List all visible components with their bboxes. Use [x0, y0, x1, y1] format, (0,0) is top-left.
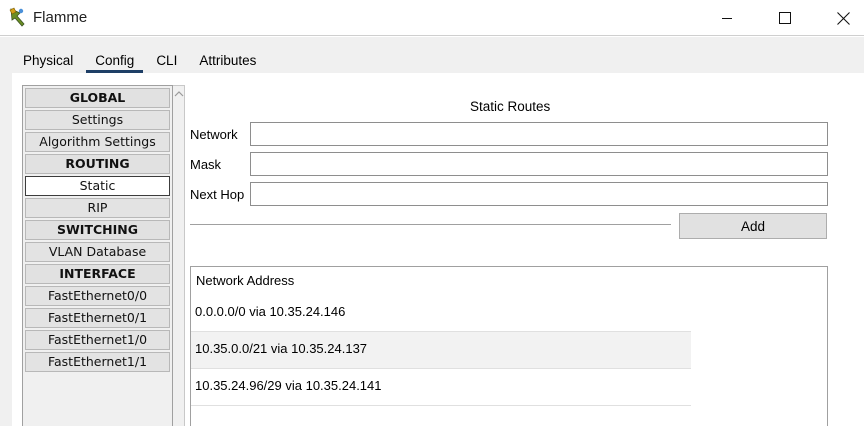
nav-header-interface: INTERFACE [25, 264, 170, 284]
nav-item-fastethernet1-1[interactable]: FastEthernet1/1 [25, 352, 170, 372]
nav-item-vlan-database[interactable]: VLAN Database [25, 242, 170, 262]
maximize-icon [779, 12, 791, 24]
tab-cli[interactable]: CLI [145, 49, 188, 73]
config-nav-list: GLOBAL Settings Algorithm Settings ROUTI… [22, 85, 173, 426]
add-route-button[interactable]: Add [679, 213, 827, 239]
nav-header-global: GLOBAL [25, 88, 170, 108]
route-row[interactable]: 10.35.0.0/21 via 10.35.24.137 [191, 332, 691, 369]
tab-physical[interactable]: Physical [12, 49, 84, 73]
nav-item-fastethernet1-0[interactable]: FastEthernet1/0 [25, 330, 170, 350]
nav-item-static[interactable]: Static [25, 176, 170, 196]
content-frame: Physical Config CLI Attributes GLOBAL Se… [0, 37, 864, 426]
route-row[interactable]: 0.0.0.0/0 via 10.35.24.146 [191, 295, 691, 332]
next-hop-input[interactable] [250, 182, 828, 206]
static-routes-heading: Static Routes [470, 99, 551, 114]
nav-item-settings[interactable]: Settings [25, 110, 170, 130]
next-hop-label: Next Hop [190, 187, 245, 202]
tab-attributes[interactable]: Attributes [188, 49, 267, 73]
maximize-button[interactable] [756, 0, 814, 36]
routes-table[interactable]: Network Address 0.0.0.0/0 via 10.35.24.1… [190, 266, 828, 426]
tab-config[interactable]: Config [84, 49, 145, 73]
routes-list: Network Address 0.0.0.0/0 via 10.35.24.1… [191, 267, 691, 406]
minimize-icon [722, 18, 732, 19]
mask-label: Mask [190, 157, 222, 172]
nav-item-rip[interactable]: RIP [25, 198, 170, 218]
form-separator [190, 224, 671, 226]
network-input[interactable] [250, 122, 828, 146]
nav-header-switching: SWITCHING [25, 220, 170, 240]
close-button[interactable] [814, 0, 864, 36]
nav-items: GLOBAL Settings Algorithm Settings ROUTI… [25, 88, 170, 374]
title-bar: Flamme [0, 0, 864, 36]
nav-header-routing: ROUTING [25, 154, 170, 174]
nav-item-algorithm-settings[interactable]: Algorithm Settings [25, 132, 170, 152]
router-app-icon [9, 7, 25, 27]
minimize-button[interactable] [698, 0, 756, 36]
nav-scrollbar[interactable] [173, 85, 185, 426]
nav-item-fastethernet0-1[interactable]: FastEthernet0/1 [25, 308, 170, 328]
scroll-up-icon[interactable] [174, 90, 184, 98]
route-row[interactable]: 10.35.24.96/29 via 10.35.24.141 [191, 369, 691, 406]
tab-bar: Physical Config CLI Attributes [12, 49, 268, 73]
close-icon [836, 11, 850, 25]
window-title: Flamme [33, 9, 88, 26]
mask-input[interactable] [250, 152, 828, 176]
nav-item-fastethernet0-0[interactable]: FastEthernet0/0 [25, 286, 170, 306]
network-label: Network [190, 127, 238, 142]
routes-column-header: Network Address [196, 273, 295, 288]
